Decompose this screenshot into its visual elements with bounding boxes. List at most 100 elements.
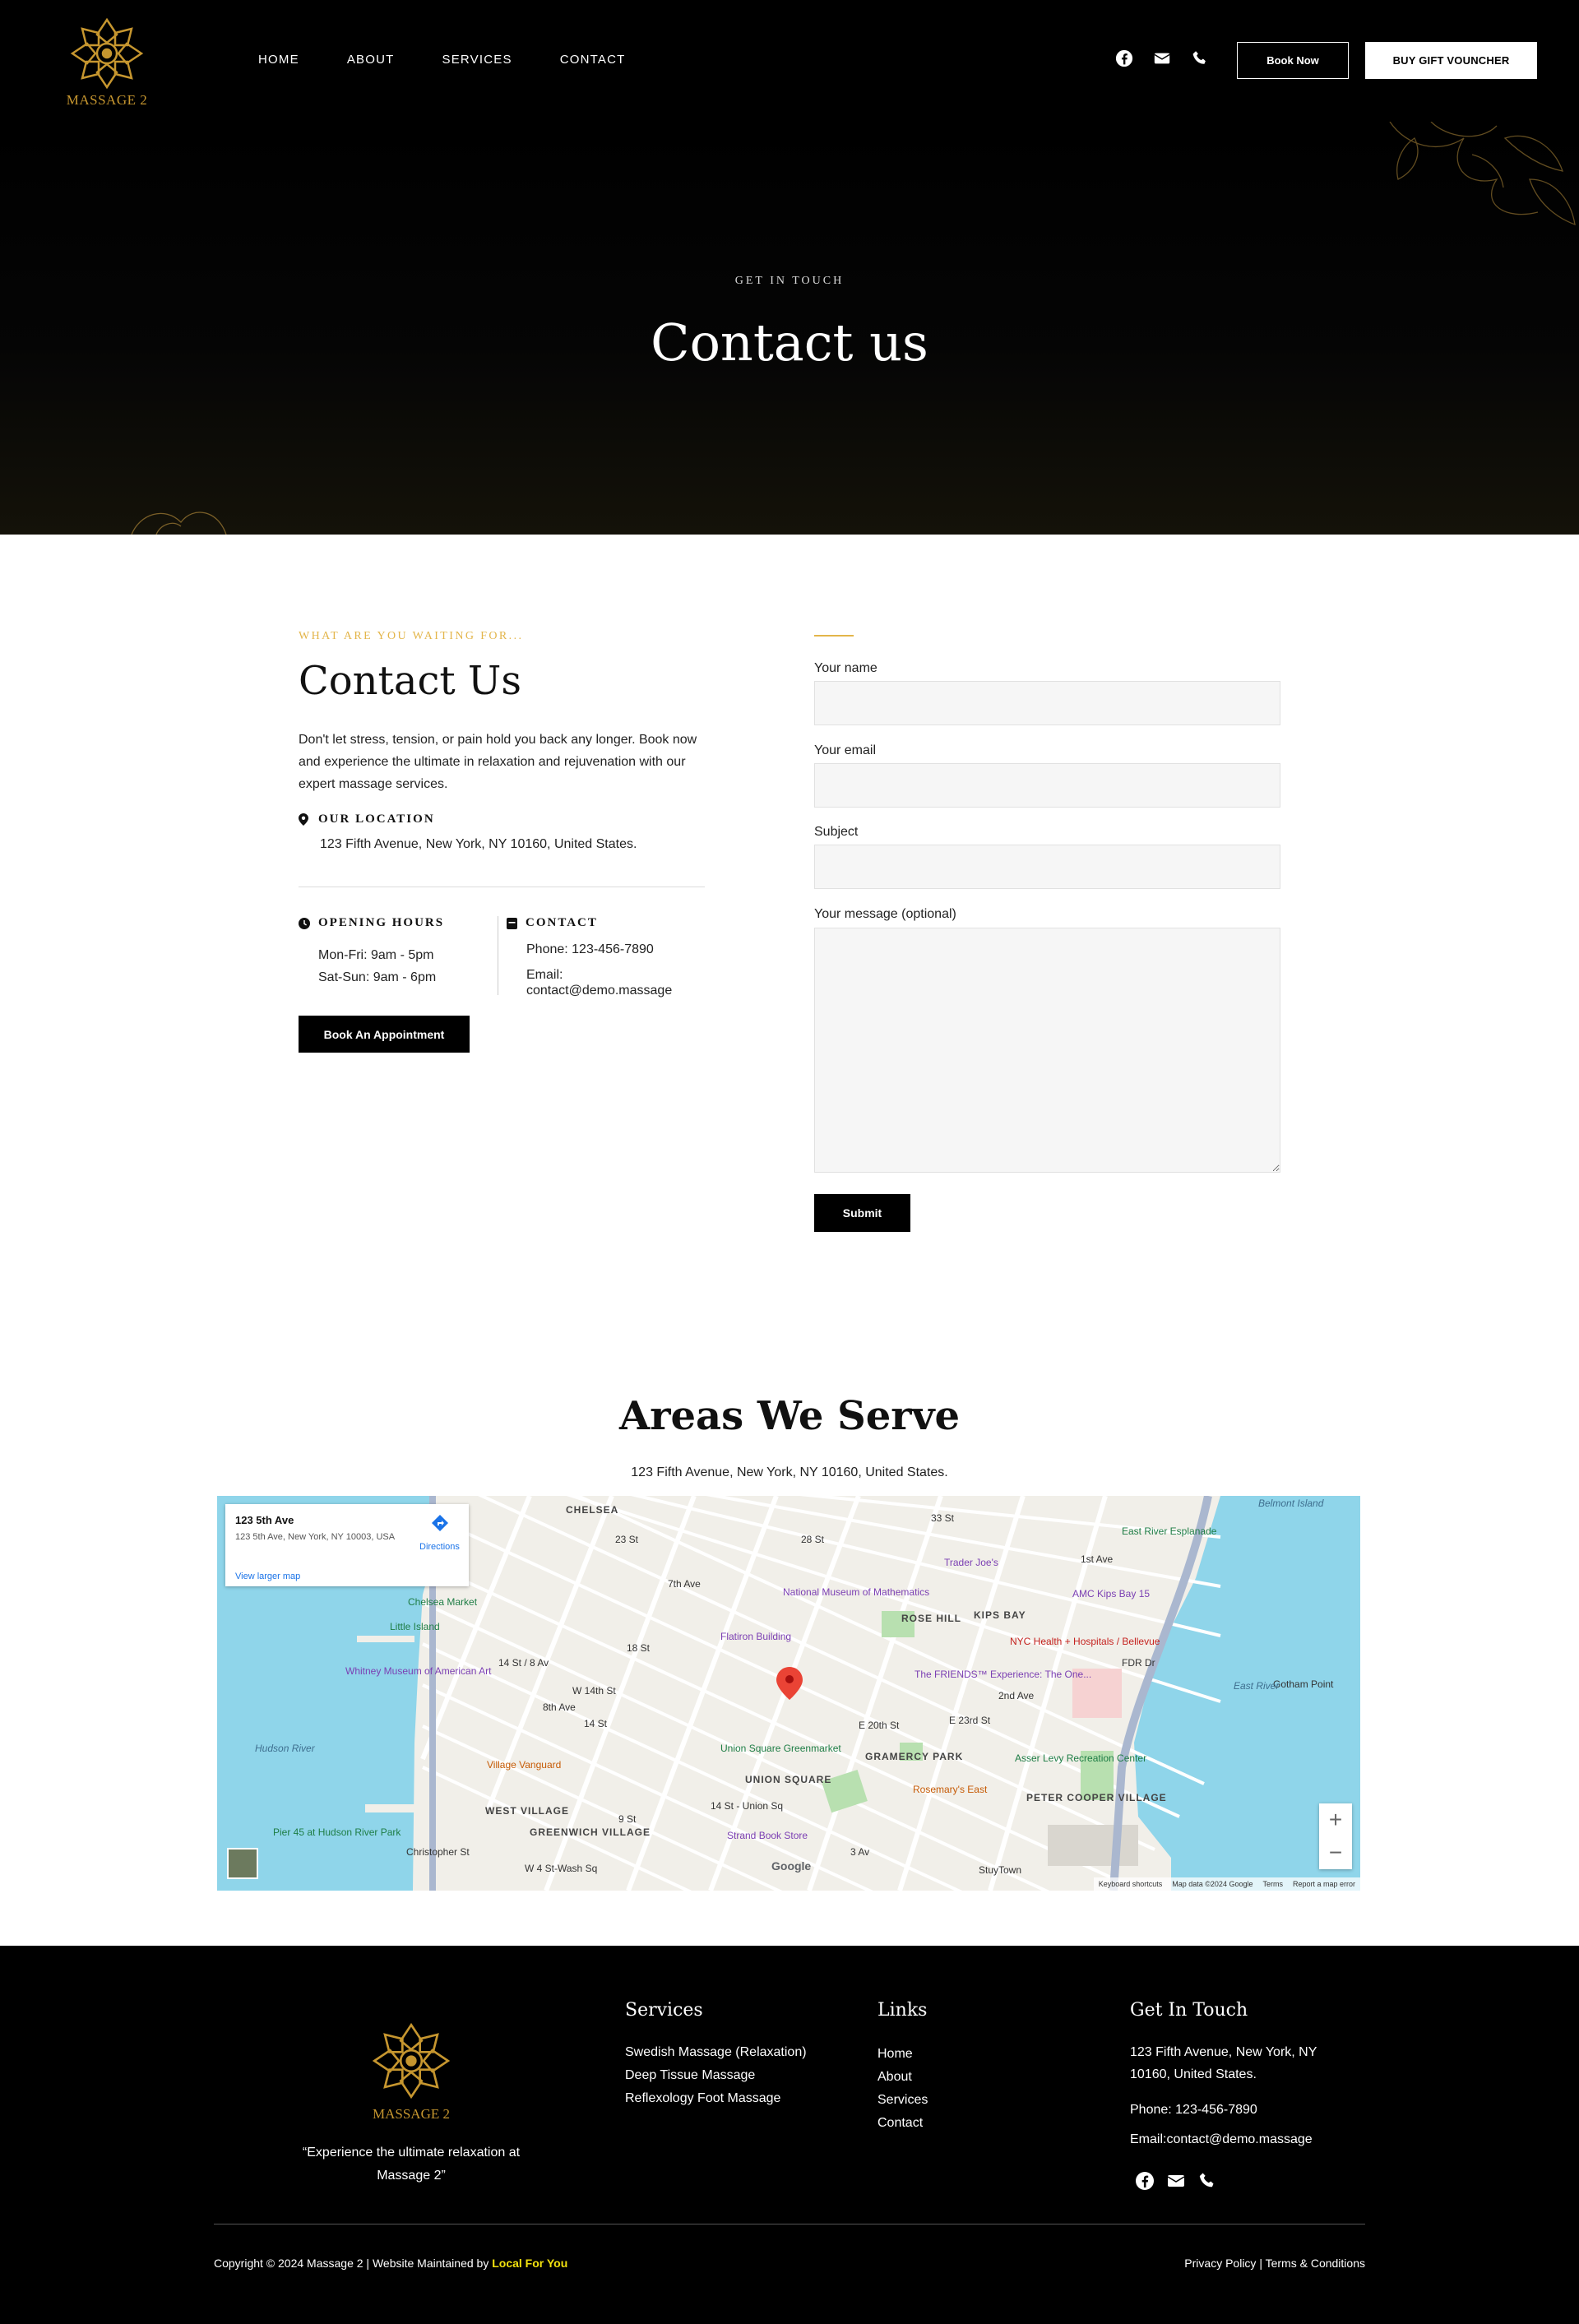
hours-heading: OPENING HOURS: [299, 916, 444, 930]
contact-phone: Phone: 123-456-7890: [526, 942, 654, 956]
map-label: CHELSEA: [566, 1504, 619, 1516]
map-label: Hudson River: [255, 1743, 315, 1754]
name-field[interactable]: [814, 681, 1280, 725]
envelope-icon[interactable]: [1166, 2171, 1188, 2192]
footer-link-home[interactable]: Home: [877, 2043, 928, 2066]
footer-link-contact[interactable]: Contact: [877, 2112, 928, 2135]
hours-list: Mon-Fri: 9am - 5pm Sat-Sun: 9am - 6pm: [318, 944, 436, 988]
contact-title: Contact Us: [299, 658, 521, 704]
footer-links-list: Home About Services Contact: [877, 2043, 928, 2135]
location-heading: OUR LOCATION: [299, 812, 435, 826]
footer-service-item[interactable]: Reflexology Foot Massage: [625, 2087, 807, 2110]
map-label: 14 St / 8 Av: [498, 1657, 549, 1669]
facebook-icon[interactable]: [1135, 2171, 1156, 2192]
book-now-button[interactable]: Book Now: [1237, 42, 1349, 79]
map-terms-link[interactable]: Terms: [1262, 1880, 1283, 1888]
footer-service-item[interactable]: Swedish Massage (Relaxation): [625, 2041, 807, 2064]
email-field[interactable]: [814, 763, 1280, 808]
map-label: StuyTown: [979, 1864, 1022, 1876]
map-data-credit: Map data ©2024 Google: [1172, 1880, 1253, 1888]
map-label: Flatiron Building: [720, 1631, 792, 1642]
gift-voucher-button[interactable]: BUY GIFT VOUNCHER: [1365, 42, 1537, 79]
map-label: 7th Ave: [668, 1578, 701, 1590]
hours-weekday: Mon-Fri: 9am - 5pm: [318, 948, 434, 962]
map-label: Village Vanguard: [487, 1759, 562, 1771]
google-logo: Google: [771, 1859, 812, 1873]
nav-contact[interactable]: CONTACT: [560, 53, 626, 67]
satellite-toggle[interactable]: [227, 1848, 258, 1879]
larger-map-link[interactable]: View larger map: [235, 1572, 300, 1581]
report-error-link[interactable]: Report a map error: [1293, 1880, 1355, 1888]
footer-links-title: Links: [877, 2000, 928, 2021]
areas-address: 123 Fifth Avenue, New York, NY 10160, Un…: [631, 1465, 948, 1479]
copyright-text: Copyright © 2024 Massage 2 | Website Mai…: [214, 2257, 489, 2270]
map-zoom-controls: + −: [1319, 1803, 1352, 1869]
map-label: E 20th St: [859, 1720, 900, 1731]
terms-link[interactable]: Terms & Conditions: [1266, 2257, 1365, 2270]
footer-services-list: Swedish Massage (Relaxation) Deep Tissue…: [625, 2041, 807, 2110]
map-label: E 23rd St: [949, 1715, 991, 1726]
phone-icon[interactable]: [1191, 49, 1212, 71]
floral-decoration-icon: [131, 512, 227, 535]
location-address: 123 Fifth Avenue, New York, NY 10160, Un…: [320, 837, 637, 851]
site-footer: MASSAGE 2 “Experience the ultimate relax…: [0, 1946, 1579, 2324]
footer-email: Email:contact@demo.massage: [1130, 2132, 1313, 2146]
map-label: Strand Book Store: [727, 1830, 808, 1841]
nav-services[interactable]: SERVICES: [442, 53, 512, 67]
place-title: 123 5th Ave: [235, 1514, 294, 1526]
map-label: 33 St: [931, 1512, 955, 1524]
map-label: 9 St: [618, 1813, 637, 1825]
areas-title: Areas We Serve: [618, 1393, 961, 1439]
map-label: ROSE HILL: [901, 1613, 962, 1624]
footer-phone: Phone: 123-456-7890: [1130, 2103, 1257, 2117]
map-label: The FRIENDS™ Experience: The One...: [915, 1669, 1092, 1680]
footer-service-item[interactable]: Deep Tissue Massage: [625, 2064, 807, 2087]
mandala-logo-icon: [372, 2022, 451, 2099]
zoom-in-button[interactable]: +: [1319, 1803, 1352, 1836]
footer-legal: Privacy Policy | Terms & Conditions: [1184, 2257, 1365, 2270]
map-label: Union Square Greenmarket: [720, 1743, 841, 1754]
map-label: Chelsea Market: [408, 1596, 478, 1608]
brand-logo[interactable]: MASSAGE 2: [66, 16, 148, 109]
site-header: MASSAGE 2 HOME ABOUT SERVICES CONTACT Bo…: [0, 0, 1579, 122]
footer-social: [1135, 2171, 1229, 2192]
keyboard-shortcuts-link[interactable]: Keyboard shortcuts: [1099, 1880, 1163, 1888]
map-label: Trader Joe's: [944, 1557, 998, 1568]
map-place-card: 123 5th Ave 123 5th Ave, New York, NY 10…: [225, 1504, 469, 1586]
directions-link[interactable]: Directions: [419, 1542, 460, 1552]
footer-link-about[interactable]: About: [877, 2066, 928, 2089]
subject-label: Subject: [814, 825, 859, 839]
form-accent-line: [814, 635, 854, 637]
envelope-icon[interactable]: [1153, 49, 1174, 71]
map-label: Pier 45 at Hudson River Park: [273, 1826, 401, 1838]
map-label: 14 St: [584, 1718, 608, 1729]
map-label: 8th Ave: [543, 1701, 576, 1713]
name-label: Your name: [814, 661, 877, 675]
footer-logo[interactable]: MASSAGE 2: [368, 2021, 454, 2123]
map-label: W 14th St: [572, 1685, 616, 1697]
nav-home[interactable]: HOME: [258, 53, 299, 67]
footer-quote: “Experience the ultimate relaxation at M…: [302, 2146, 521, 2183]
map-label: 2nd Ave: [998, 1690, 1035, 1701]
nav-about[interactable]: ABOUT: [347, 53, 395, 67]
footer-link-services[interactable]: Services: [877, 2089, 928, 2112]
maintainer-link[interactable]: Local For You: [492, 2257, 567, 2270]
clock-icon: [299, 917, 310, 929]
zoom-out-button[interactable]: −: [1319, 1836, 1352, 1869]
footer-address: 123 Fifth Avenue, New York, NY 10160, Un…: [1130, 2045, 1317, 2081]
submit-button[interactable]: Submit: [814, 1194, 910, 1232]
message-field[interactable]: [814, 928, 1280, 1173]
map-label: KIPS BAY: [974, 1609, 1026, 1621]
directions-icon[interactable]: [431, 1514, 449, 1532]
privacy-link[interactable]: Privacy Policy: [1184, 2257, 1256, 2270]
contact-card-icon: [507, 917, 517, 929]
map-label: GREENWICH VILLAGE: [530, 1826, 651, 1838]
map-attribution: Keyboard shortcuts Map data ©2024 Google…: [1093, 1877, 1360, 1891]
phone-icon[interactable]: [1197, 2171, 1219, 2192]
google-map[interactable]: Belmont Island CHELSEA East River Esplan…: [217, 1496, 1360, 1891]
subject-field[interactable]: [814, 845, 1280, 889]
place-address: 123 5th Ave, New York, NY 10003, USA: [235, 1532, 396, 1542]
facebook-icon[interactable]: [1115, 49, 1137, 71]
floral-decoration-icon: [1389, 122, 1576, 225]
book-appointment-button[interactable]: Book An Appointment: [299, 1016, 470, 1053]
